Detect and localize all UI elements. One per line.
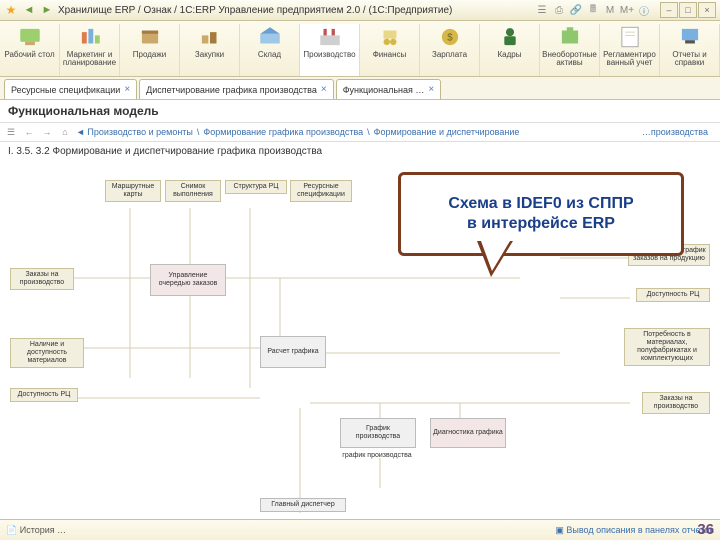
- info-icon[interactable]: ⓘ: [637, 3, 651, 17]
- forward-icon[interactable]: →: [40, 125, 54, 139]
- callout-text: Схема в IDEF0 из СППРв интерфейсе ERP: [448, 194, 633, 234]
- slide-number: 36: [697, 521, 714, 538]
- diagram-box: Потребность в материалах, полуфабрикатах…: [624, 328, 710, 366]
- tool-reports[interactable]: Отчеты и справки: [660, 24, 720, 76]
- diagram-box: Управление очередью заказов: [150, 264, 226, 296]
- diagram-box: Маршрутные карты: [105, 180, 161, 202]
- calc-icon[interactable]: 🖩: [586, 3, 600, 17]
- tool-assets[interactable]: Внеоборотные активы: [540, 24, 600, 76]
- diagram-box: Расчет графика: [260, 336, 326, 368]
- tool-marketing[interactable]: Маркетинг и планирование: [60, 24, 120, 76]
- diagram-box: Наличие и доступность материалов: [10, 338, 84, 368]
- status-right[interactable]: ▣ Вывод описания в панелях отчетов: [555, 525, 714, 536]
- titlebar-right: ☰ ⎙ 🔗 🖩 M M+ ⓘ – □ ×: [535, 2, 716, 18]
- content-area: Функциональная модель ☰ ← → ⌂ ◄ Производ…: [0, 100, 720, 521]
- diagram-box: Структура РЦ: [225, 180, 287, 194]
- home-icon[interactable]: ⌂: [58, 125, 72, 139]
- close-button[interactable]: ×: [698, 2, 716, 18]
- tool-production[interactable]: Производство: [300, 24, 360, 77]
- idef0-diagram: Маршрутные карты Снимок выполнения Струк…: [0, 178, 720, 521]
- crumb-part[interactable]: Формирование графика производства: [203, 127, 363, 137]
- callout-tail: [477, 241, 513, 277]
- section-title: I. 3.5. 3.2 Формирование и диспетчирован…: [0, 142, 720, 161]
- tool-purchase[interactable]: Закупки: [180, 24, 240, 76]
- window-title: Хранилище ERP / Ознак / 1C:ERP Управлени…: [58, 5, 531, 16]
- diagram-label: график производства: [340, 450, 414, 462]
- diagram-box: Ресурсные спецификации: [290, 180, 352, 202]
- link-icon[interactable]: 🔗: [569, 3, 583, 17]
- diagram-box: Диагностика графика: [430, 418, 506, 448]
- minimize-button[interactable]: –: [660, 2, 678, 18]
- document-tabs: Ресурсные спецификации× Диспетчирование …: [0, 77, 720, 100]
- forward-icon[interactable]: ►: [40, 3, 54, 17]
- crumb-part[interactable]: Формирование и диспетчирование: [374, 127, 520, 137]
- page-title: Функциональная модель: [0, 100, 720, 122]
- main-toolbar: Рабочий стол Маркетинг и планирование Пр…: [0, 21, 720, 77]
- history-button[interactable]: 📄 История …: [6, 525, 66, 536]
- tab-functional[interactable]: Функциональная …×: [336, 79, 442, 99]
- print-icon[interactable]: ⎙: [552, 3, 566, 17]
- callout-bubble: Схема в IDEF0 из СППРв интерфейсе ERP: [398, 172, 684, 256]
- back-icon[interactable]: ←: [22, 125, 36, 139]
- tool-icon[interactable]: ☰: [535, 3, 549, 17]
- svg-text:$: $: [447, 32, 453, 43]
- diagram-box: Снимок выполнения: [165, 180, 221, 202]
- m-icon[interactable]: M+: [620, 3, 634, 17]
- tool-salary[interactable]: $Зарплата: [420, 24, 480, 76]
- diagram-box: График производства: [340, 418, 416, 448]
- diagram-box: Главный диспетчер: [260, 498, 346, 512]
- crumb-part: …производства: [642, 127, 708, 137]
- tool-finance[interactable]: Финансы: [360, 24, 420, 76]
- tool-desktop[interactable]: Рабочий стол: [0, 24, 60, 76]
- title-bar: ★ ◄ ► Хранилище ERP / Ознак / 1C:ERP Упр…: [0, 0, 720, 21]
- close-icon[interactable]: ×: [428, 84, 434, 95]
- diagram-box: Доступность РЦ: [636, 288, 710, 302]
- tool-warehouse[interactable]: Склад: [240, 24, 300, 76]
- crumb-part[interactable]: ◄ Производство и ремонты: [76, 127, 193, 137]
- tab-resources[interactable]: Ресурсные спецификации×: [4, 79, 137, 99]
- diagram-box: Доступность РЦ: [10, 388, 78, 402]
- tool-accounting[interactable]: Регламентированный учет: [600, 24, 660, 76]
- close-icon[interactable]: ×: [124, 84, 130, 95]
- tool-hr[interactable]: Кадры: [480, 24, 540, 76]
- back-icon[interactable]: ◄: [22, 3, 36, 17]
- tool-sales[interactable]: Продажи: [120, 24, 180, 76]
- tab-dispatch[interactable]: Диспетчирование графика производства×: [139, 79, 334, 99]
- maximize-button[interactable]: □: [679, 2, 697, 18]
- favorite-icon[interactable]: ★: [4, 3, 18, 17]
- diagram-box: Заказы на производство: [642, 392, 710, 414]
- calendar-icon[interactable]: M: [603, 3, 617, 17]
- close-icon[interactable]: ×: [321, 84, 327, 95]
- breadcrumb: ☰ ← → ⌂ ◄ Производство и ремонты \ Форми…: [0, 122, 720, 142]
- diagram-box: Заказы на производство: [10, 268, 74, 290]
- status-bar: 📄 История … ▣ Вывод описания в панелях о…: [0, 519, 720, 540]
- menu-icon[interactable]: ☰: [4, 125, 18, 139]
